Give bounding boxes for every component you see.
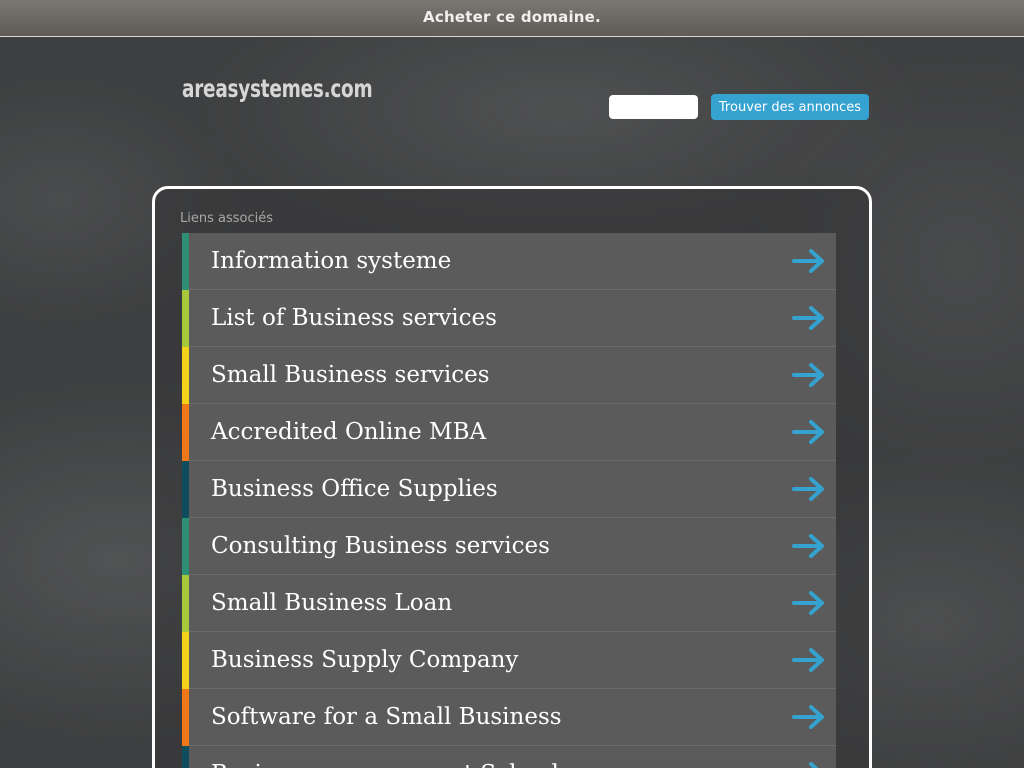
related-link-label: Accredited Online MBA: [211, 419, 487, 445]
related-link-label: Business management Schools: [211, 746, 571, 768]
related-links-panel: Liens associés Information systeme List o…: [152, 186, 872, 768]
search-input[interactable]: [609, 95, 698, 119]
arrow-right-icon: [792, 306, 824, 330]
related-link-label: Consulting Business services: [211, 533, 550, 559]
arrow-right-icon: [792, 363, 824, 387]
link-color-stripe: [182, 404, 189, 461]
arrow-right-icon: [792, 477, 824, 501]
top-bar: Acheter ce domaine.: [0, 0, 1024, 37]
related-link-item[interactable]: Business management Schools: [182, 746, 836, 768]
related-links-list: Information systeme List of Business serv…: [182, 233, 836, 768]
related-link-item[interactable]: Software for a Small Business: [182, 689, 836, 746]
search-button[interactable]: Trouver des annonces: [711, 94, 869, 120]
link-color-stripe: [182, 518, 189, 575]
related-link-item[interactable]: Accredited Online MBA: [182, 404, 836, 461]
related-link-label: Business Supply Company: [211, 647, 519, 673]
related-link-label: Business Office Supplies: [211, 476, 498, 502]
buy-domain-link[interactable]: Acheter ce domaine.: [423, 0, 601, 35]
link-color-stripe: [182, 689, 189, 746]
related-link-item[interactable]: Consulting Business services: [182, 518, 836, 575]
related-link-label: Software for a Small Business: [211, 704, 562, 730]
related-link-item[interactable]: List of Business services: [182, 290, 836, 347]
arrow-right-icon: [809, 762, 819, 768]
site-logo[interactable]: areasystemes.com: [182, 74, 373, 103]
link-color-stripe: [182, 575, 189, 632]
link-color-stripe: [182, 347, 189, 404]
related-link-label: Information systeme: [211, 248, 452, 274]
related-link-item[interactable]: Information systeme: [182, 233, 836, 290]
related-link-label: Small Business services: [211, 362, 490, 388]
arrow-right-icon: [792, 249, 824, 273]
arrow-right-icon: [792, 534, 824, 558]
panel-title: Liens associés: [180, 211, 273, 226]
related-link-label: List of Business services: [211, 305, 497, 331]
related-link-item[interactable]: Business Supply Company: [182, 632, 836, 689]
arrow-right-icon: [792, 648, 824, 672]
arrow-right-icon: [792, 705, 824, 729]
arrow-right-icon: [792, 591, 824, 615]
link-color-stripe: [182, 746, 189, 768]
link-color-stripe: [182, 290, 189, 347]
related-link-item[interactable]: Business Office Supplies: [182, 461, 836, 518]
link-color-stripe: [182, 461, 189, 518]
link-color-stripe: [182, 632, 189, 689]
arrow-right-icon: [792, 420, 824, 444]
related-link-item[interactable]: Small Business services: [182, 347, 836, 404]
related-link-label: Small Business Loan: [211, 590, 453, 616]
link-color-stripe: [182, 233, 189, 290]
related-link-item[interactable]: Small Business Loan: [182, 575, 836, 632]
